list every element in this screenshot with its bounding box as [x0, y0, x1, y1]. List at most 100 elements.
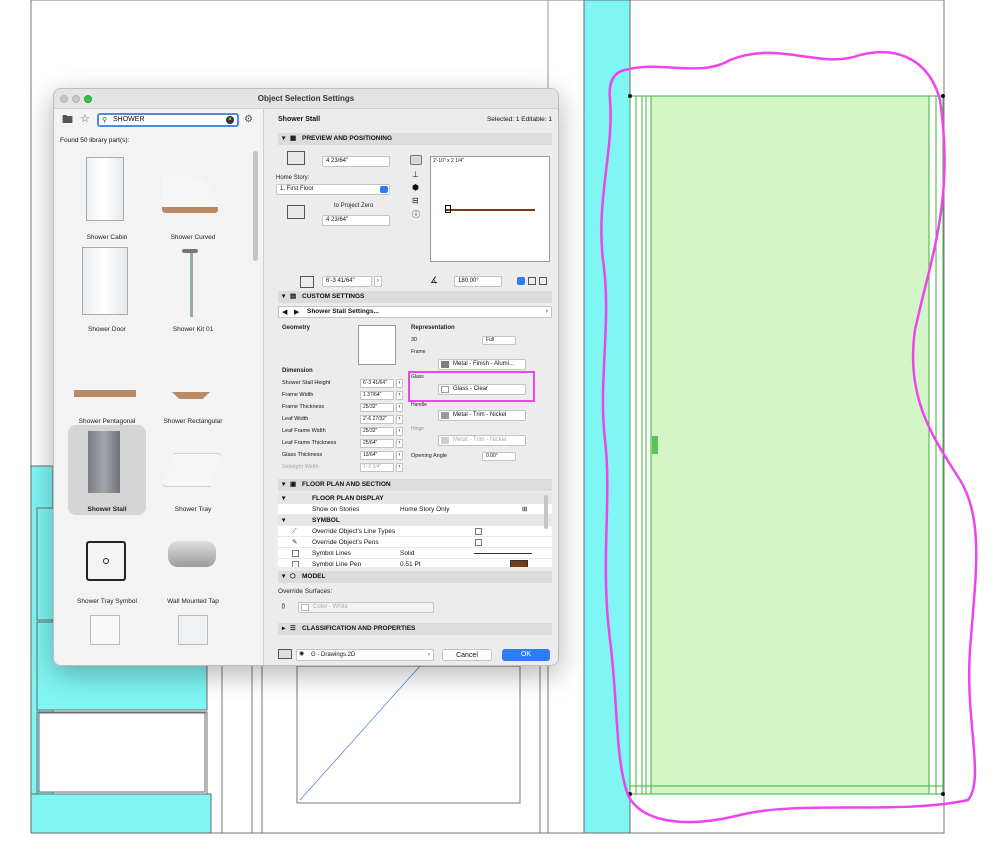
dimension-row-label: Frame Width	[282, 392, 314, 398]
override-line-types-checkbox[interactable]	[475, 528, 482, 535]
library-item[interactable]: Shower Cabin	[68, 153, 146, 243]
library-item-partial[interactable]	[178, 615, 208, 645]
star-icon[interactable]: ☆	[80, 113, 90, 125]
chevron-right-icon[interactable]: ›	[396, 391, 403, 400]
flip-icon[interactable]	[539, 277, 547, 285]
angle-field[interactable]: 180.00°	[454, 276, 502, 287]
tree-row[interactable]: Symbol Lines Solid	[278, 548, 552, 559]
library-item[interactable]: Shower Kit 01	[154, 245, 232, 335]
chevron-right-icon[interactable]: ›	[396, 415, 403, 424]
chevron-right-icon[interactable]: ›	[396, 439, 403, 448]
library-scrollbar[interactable]	[253, 151, 258, 261]
chevron-right-icon[interactable]: ›	[396, 379, 403, 388]
gear-icon[interactable]: ⚙	[244, 114, 253, 126]
classification-section-header[interactable]: ▸ ☰ CLASSIFICATION AND PROPERTIES	[278, 623, 552, 635]
elevation-view-icon[interactable]: ⊟	[412, 196, 419, 205]
info-icon[interactable]: ⓘ	[412, 209, 420, 220]
classification-icon: ☰	[290, 625, 296, 632]
preview-start-handle	[445, 205, 451, 213]
library-item[interactable]: Wall Mounted Tap	[154, 517, 232, 607]
floor-plan-section-header[interactable]: ▾ ▣ FLOOR PLAN AND SECTION	[278, 479, 552, 491]
to-project-zero-label[interactable]: to Project Zero	[334, 203, 373, 209]
symbol-lines-checkbox[interactable]	[292, 550, 299, 557]
geometry-thumbnail[interactable]	[358, 325, 396, 365]
hinge-material-value: Metal - Trim - Nickel	[453, 437, 507, 443]
height-field[interactable]: 6'-3 41/64"	[322, 276, 372, 287]
dimension-row-value[interactable]: 1'-0 3/4"	[360, 463, 394, 472]
mirror-icon[interactable]	[528, 277, 536, 285]
library-item-selected[interactable]: Shower Stall	[68, 425, 146, 515]
disclosure-triangle-icon: ▾	[282, 293, 286, 300]
shower-stall-thumbnail	[88, 431, 120, 493]
dimension-row: Shower Stall Height 6'-3 41/64" ›	[282, 379, 403, 390]
dimension-row: Frame Width 1 37/64" ›	[282, 391, 403, 402]
dialog-title: Object Selection Settings	[257, 94, 355, 103]
library-item[interactable]: Shower Door	[68, 245, 146, 335]
glass-material-select[interactable]: Glass - Clear	[438, 384, 526, 395]
element-name: Shower Stall	[278, 116, 321, 123]
dimension-row-value[interactable]: 25/32"	[360, 427, 394, 436]
chevron-right-icon[interactable]: ›	[396, 427, 403, 436]
chevron-right-icon[interactable]: ›	[396, 451, 403, 460]
dialog-titlebar[interactable]: Object Selection Settings	[54, 89, 558, 109]
dimension-row-value[interactable]: 13/64"	[360, 451, 394, 460]
floor-plan-scrollbar[interactable]	[544, 495, 548, 529]
dimension-row-value[interactable]: 25/32"	[360, 403, 394, 412]
dimension-row-value[interactable]: 1 37/64"	[360, 391, 394, 400]
library-item[interactable]: Shower Curved	[154, 153, 232, 243]
library-item[interactable]: Shower Tray Symbol	[68, 517, 146, 607]
surface-material-select: Color - White	[298, 602, 434, 613]
tree-group-row[interactable]: ▾ FLOOR PLAN DISPLAY	[278, 493, 552, 504]
override-pens-checkbox[interactable]	[475, 539, 482, 546]
dimension-row-value[interactable]: 25/64"	[360, 439, 394, 448]
chevron-right-icon[interactable]: ›	[396, 463, 403, 472]
pen-color-swatch[interactable]	[510, 560, 528, 567]
dimension-row-value[interactable]: 6'-3 41/64"	[360, 379, 394, 388]
handle-material-value: Metal - Trim - Nickel	[453, 412, 507, 418]
top-elevation-field[interactable]: 4 23/64"	[322, 156, 390, 167]
layer-select[interactable]: ◉ G - Drawings.2D ›	[296, 649, 434, 661]
plan-view-icon[interactable]	[410, 155, 422, 165]
settings-page-name[interactable]: Shower Stall Settings...	[307, 308, 379, 315]
rep-3d-select[interactable]: Full	[482, 336, 516, 345]
3d-view-icon[interactable]: ⬢	[412, 183, 419, 192]
tree-row[interactable]: Show on Stories Home Story Only ⊞	[278, 504, 552, 515]
bottom-elevation-field[interactable]: 4 23/64"	[322, 215, 390, 226]
pen-icon: ✎	[292, 539, 298, 546]
folder-icon[interactable]: 🖿	[62, 114, 73, 126]
symbol-line-pen-checkbox[interactable]	[292, 561, 299, 567]
cancel-button[interactable]: Cancel	[442, 649, 492, 661]
library-item-label: Shower Pentagonal	[78, 418, 136, 425]
found-count-text: Found 50 library part(s):	[60, 137, 130, 144]
paint-bucket-icon[interactable]: ⚱	[280, 602, 287, 611]
dimension-row-value[interactable]: 2'-6 27/32"	[360, 415, 394, 424]
library-item-partial[interactable]	[90, 615, 120, 645]
library-item[interactable]: Shower Tray	[154, 425, 232, 515]
clear-search-icon[interactable]: ×	[226, 116, 234, 124]
ok-button[interactable]: OK	[502, 649, 550, 661]
preview-section-header[interactable]: ▾ ▦ PREVIEW AND POSITIONING	[278, 133, 552, 145]
custom-settings-section-header[interactable]: ▾ ▤ CUSTOM SETTINGS	[278, 291, 552, 303]
forward-arrow-icon[interactable]: ▶	[294, 308, 299, 316]
tree-group-row[interactable]: ▾ SYMBOL	[278, 515, 552, 526]
handle-material-select[interactable]: Metal - Trim - Nickel	[438, 410, 526, 421]
model-section-header[interactable]: ▾ ⬡ MODEL	[278, 571, 552, 583]
home-story-select[interactable]: 1. First Floor	[276, 184, 390, 195]
line-type-icon: ⟋	[292, 528, 297, 535]
tree-row[interactable]: ⟋ Override Object's Line Types	[278, 526, 552, 537]
section-view-icon[interactable]: ⊥	[412, 170, 419, 179]
chevron-right-icon[interactable]: ›	[374, 276, 382, 287]
tree-row[interactable]: Symbol Line Pen 0.51 Pt	[278, 559, 552, 567]
floor-plan-tree: ▾ FLOOR PLAN DISPLAY Show on Stories Hom…	[278, 493, 552, 567]
library-item[interactable]: Shower Rectangular	[154, 337, 232, 427]
tree-row[interactable]: ✎ Override Object's Pens	[278, 537, 552, 548]
library-item[interactable]: Shower Pentagonal	[68, 337, 146, 427]
search-input[interactable]: ⚲ SHOWER ×	[97, 113, 239, 127]
chevron-right-icon[interactable]: ›	[396, 403, 403, 412]
frame-material-select[interactable]: Metal - Finish - Alumi...	[438, 359, 526, 370]
rotation-angle-icon: ∡	[430, 275, 439, 285]
library-item-label: Shower Stall	[87, 506, 127, 513]
back-arrow-icon[interactable]: ◀	[282, 308, 287, 316]
opening-angle-field[interactable]: 0.00°	[482, 452, 516, 461]
mirror-checkbox[interactable]	[517, 277, 525, 285]
